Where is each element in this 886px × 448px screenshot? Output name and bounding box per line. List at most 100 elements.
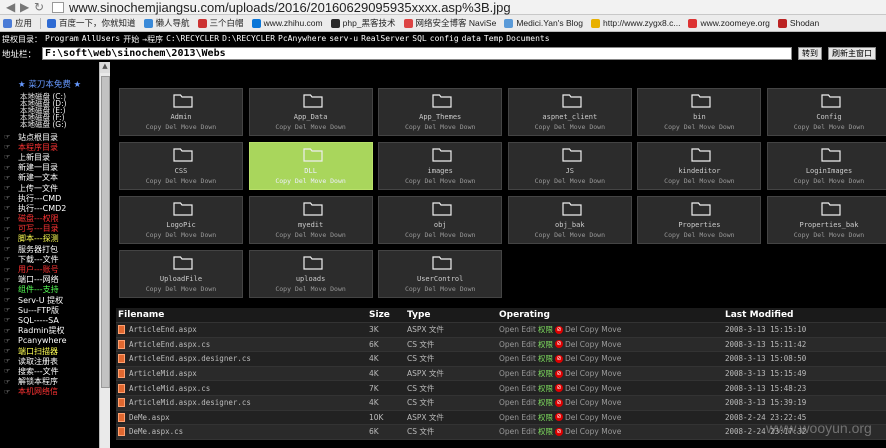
folder-name[interactable]: UploadFile [120,275,242,283]
folder-tile[interactable]: LogoPic Copy Del Move Down [119,196,243,244]
folder-actions[interactable]: Copy Del Move Down [250,123,372,131]
folder-actions[interactable]: Copy Del Move Down [379,231,501,239]
file-name-cell[interactable]: DeMe.aspx.cs [116,427,369,437]
folder-tile[interactable]: Config Copy Del Move Down [767,88,886,136]
folder-name[interactable]: Properties_bak [768,221,886,229]
folder-tile[interactable]: kindeditor Copy Del Move Down [637,142,762,190]
folder-actions[interactable]: Copy Del Move Down [768,231,886,239]
go-button[interactable]: 转到 [798,47,822,60]
bookmark-4[interactable]: www.zhihu.com [251,18,323,28]
permission-link[interactable]: 权限 [538,426,553,437]
delete-icon[interactable]: ⊘ [554,427,563,436]
sidebar-item[interactable]: ☞ 磁盘---权限 [4,214,99,224]
del-copy-move-links[interactable]: Del Copy Move [565,325,621,334]
sidebar-item[interactable]: ☞ 服务器打包 [4,244,99,254]
folder-name[interactable]: aspnet_client [509,113,631,121]
folder-tile[interactable]: Admin Copy Del Move Down [119,88,243,136]
open-edit-links[interactable]: Open Edit [499,384,536,393]
folder-tile[interactable]: myedit Copy Del Move Down [248,196,373,244]
sidebar-item[interactable]: ☞ 本程序目录 [4,142,99,152]
folder-tile[interactable]: UploadFile Copy Del Move Down [119,250,243,298]
folder-actions[interactable]: Copy Del Move Down [120,123,242,131]
folder-tile[interactable]: App_Themes Copy Del Move Down [378,88,503,136]
folder-tile[interactable]: Properties_bak Copy Del Move Down [767,196,886,244]
quick-link-13[interactable]: Temp [484,34,503,45]
permission-link[interactable]: 权限 [538,412,553,423]
folder-name[interactable]: myedit [250,221,372,229]
bookmark-1[interactable]: 百度一下，你就知道 [47,17,136,29]
sidebar-item[interactable]: ☞ Radmin提权 [4,326,99,336]
quick-link-14[interactable]: Documents [506,34,549,45]
folder-actions[interactable]: Copy Del Move Down [379,285,501,293]
open-edit-links[interactable]: Open Edit [499,369,536,378]
delete-icon[interactable]: ⊘ [554,384,563,393]
sidebar-item[interactable]: ☞ 新建一目录 [4,163,99,173]
header-type[interactable]: Type [407,310,499,320]
permission-link[interactable]: 权限 [538,368,553,379]
permission-link[interactable]: 权限 [538,324,553,335]
sidebar-scrollbar[interactable]: ▲ [99,62,110,448]
sidebar-item[interactable]: ☞ 可写---目录 [4,224,99,234]
bookmark-9[interactable]: www.zoomeye.org [688,18,770,28]
del-copy-move-links[interactable]: Del Copy Move [565,340,621,349]
delete-icon[interactable]: ⊘ [554,398,563,407]
folder-actions[interactable]: Copy Del Move Down [250,177,372,185]
delete-icon[interactable]: ⊘ [554,413,563,422]
file-name-cell[interactable]: ArticleEnd.aspx.cs [116,339,369,349]
bookmark-0[interactable]: 应用 [3,17,32,29]
browser-address-bar[interactable]: ◀ ▶ ↻ www.sinochemjiangsu.com/uploads/20… [0,0,886,15]
file-name-cell[interactable]: ArticleMid.aspx.cs [116,383,369,393]
folder-actions[interactable]: Copy Del Move Down [379,177,501,185]
folder-tile[interactable]: DLL Copy Del Move Down [248,142,373,190]
back-icon[interactable]: ◀ [6,0,20,14]
folder-tile[interactable]: obj_bak Copy Del Move Down [507,196,632,244]
file-name-cell[interactable]: ArticleEnd.aspx.designer.cs [116,354,369,364]
sidebar-item[interactable]: ☞ 组件---支持 [4,285,99,295]
folder-actions[interactable]: Copy Del Move Down [120,231,242,239]
folder-name[interactable]: kindeditor [638,167,760,175]
folder-tile[interactable]: uploads Copy Del Move Down [248,250,373,298]
bookmark-7[interactable]: Medici.Yan's Blog [504,18,583,28]
sidebar-item[interactable]: ☞ 上传一文件 [4,183,99,193]
sidebar-item[interactable]: ☞ 搜索---文件 [4,366,99,376]
sidebar-item[interactable]: ☞ SQL-----SA [4,315,99,325]
sidebar-item[interactable]: ☞ 执行---CMD2 [4,203,99,213]
bookmark-6[interactable]: 网络安全博客 NaviSe [403,17,496,29]
quick-link-10[interactable]: SQL [412,34,426,45]
folder-tile[interactable]: UserControl Copy Del Move Down [378,250,503,298]
quick-link-12[interactable]: data [462,34,481,45]
scrollbar-thumb[interactable] [101,76,110,388]
folder-actions[interactable]: Copy Del Move Down [509,177,631,185]
path-input[interactable] [42,47,792,60]
permission-link[interactable]: 权限 [538,397,553,408]
file-name-cell[interactable]: ArticleMid.aspx [116,369,369,379]
del-copy-move-links[interactable]: Del Copy Move [565,384,621,393]
folder-actions[interactable]: Copy Del Move Down [250,285,372,293]
folder-tile[interactable]: obj Copy Del Move Down [378,196,503,244]
folder-name[interactable]: Config [768,113,886,121]
header-last-modified[interactable]: Last Modified [725,310,885,320]
quick-link-7[interactable]: PcAnywhere [278,34,326,45]
quick-link-1[interactable]: Program [45,34,79,45]
sidebar-item[interactable]: ☞ 端口扫描器 [4,346,99,356]
file-name[interactable]: DeMe.aspx [129,413,170,422]
folder-name[interactable]: LoginImages [768,167,886,175]
folder-tile[interactable]: JS Copy Del Move Down [507,142,632,190]
sidebar-item[interactable]: ☞ 脚本---探测 [4,234,99,244]
folder-tile[interactable]: aspnet_client Copy Del Move Down [507,88,632,136]
open-edit-links[interactable]: Open Edit [499,413,536,422]
folder-tile[interactable]: Properties Copy Del Move Down [637,196,762,244]
folder-name[interactable]: DLL [250,167,372,175]
quick-link-5[interactable]: C:\RECYCLER [166,34,219,45]
quick-link-4[interactable]: →程序 [142,34,163,45]
sidebar-item[interactable]: ☞ 上新目录 [4,152,99,162]
delete-icon[interactable]: ⊘ [554,340,563,349]
file-name[interactable]: ArticleMid.aspx.cs [129,384,210,393]
folder-name[interactable]: App_Data [250,113,372,121]
sidebar-item[interactable]: ☞ 用户---账号 [4,264,99,274]
folder-actions[interactable]: Copy Del Move Down [638,123,760,131]
sidebar-item[interactable]: ☞ Su---FTP版 [4,305,99,315]
folder-name[interactable]: JS [509,167,631,175]
sidebar-item[interactable]: ☞ 执行---CMD [4,193,99,203]
forward-icon[interactable]: ▶ [20,0,34,14]
